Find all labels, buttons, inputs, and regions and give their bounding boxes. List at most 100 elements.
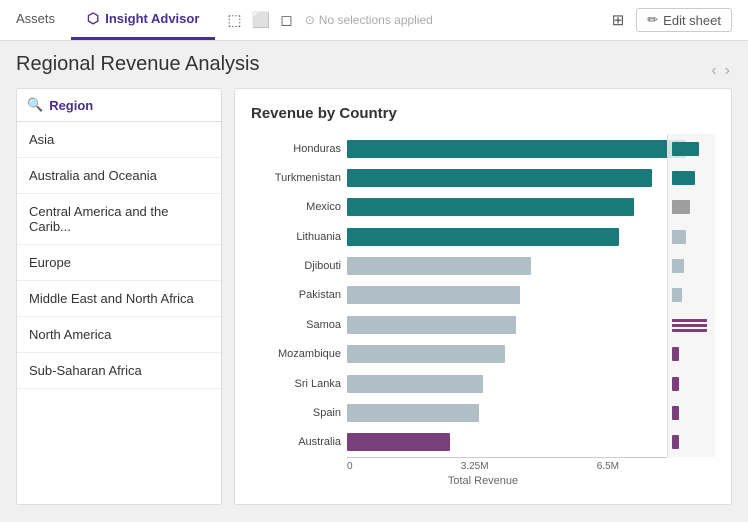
right-bar-row xyxy=(672,375,711,393)
topbar: Assets ⬡ Insight Advisor ⬚ ⬜ ◻ ⊙ No sele… xyxy=(0,0,748,41)
edit-icon: ✏ xyxy=(647,12,658,28)
chart-bars: Honduras Turkmenistan Mexico xyxy=(251,134,715,457)
sidebar: 🔍 Region Asia Australia and Oceania Cent… xyxy=(16,88,222,505)
bar-row-samoa: Samoa xyxy=(251,311,715,339)
bar-label: Sri Lanka xyxy=(251,378,341,390)
bar-container xyxy=(347,228,715,246)
main-area: Regional Revenue Analysis ‹ › 🔍 Region A… xyxy=(0,41,748,522)
bar-row-turkmenistan: Turkmenistan xyxy=(251,164,715,192)
search-icon: 🔍 xyxy=(27,97,43,113)
bar-label: Lithuania xyxy=(251,231,341,243)
content-area: 🔍 Region Asia Australia and Oceania Cent… xyxy=(16,88,732,505)
next-page-button[interactable]: › xyxy=(723,60,732,82)
bar-row-lithuania: Lithuania xyxy=(251,223,715,251)
bar-container xyxy=(347,345,715,363)
bar-container xyxy=(347,169,715,187)
bar-container xyxy=(347,286,715,304)
bar xyxy=(347,404,479,422)
right-bar xyxy=(672,200,690,214)
bar-label: Pakistan xyxy=(251,289,341,301)
brush-icon[interactable]: ◻ xyxy=(280,11,292,29)
bar-row-mozambique: Mozambique xyxy=(251,340,715,368)
bar xyxy=(347,228,619,246)
bar-row-australia: Australia xyxy=(251,428,715,456)
x-ticks: 0 3.25M 6.5M xyxy=(347,458,667,472)
bar-container xyxy=(347,198,715,216)
bar-label: Spain xyxy=(251,407,341,419)
bar-row-spain: Spain xyxy=(251,399,715,427)
right-bar xyxy=(672,171,695,185)
tab-insight-advisor[interactable]: ⬡ Insight Advisor xyxy=(71,0,215,40)
tab-assets[interactable]: Assets xyxy=(0,0,71,40)
x-axis-label: Total Revenue xyxy=(347,475,667,487)
grid-icon[interactable]: ⊞ xyxy=(612,11,625,29)
bar xyxy=(347,433,450,451)
bar-label: Turkmenistan xyxy=(251,172,341,184)
chart-area: Honduras Turkmenistan Mexico xyxy=(251,134,715,487)
bar-row-pakistan: Pakistan xyxy=(251,281,715,309)
bar-label: Djibouti xyxy=(251,260,341,272)
no-selection-badge: ⊙ No selections applied xyxy=(305,13,433,27)
right-bar-row xyxy=(672,169,711,187)
prev-page-button[interactable]: ‹ xyxy=(709,60,718,82)
bar xyxy=(347,198,634,216)
sidebar-item-middle-east[interactable]: Middle East and North Africa xyxy=(17,281,221,317)
x-tick-325: 3.25M xyxy=(461,461,489,472)
right-bar xyxy=(672,377,679,391)
select-icon[interactable]: ⬚ xyxy=(227,11,241,29)
bar xyxy=(347,140,686,158)
right-bar-row xyxy=(672,404,711,422)
page-title: Regional Revenue Analysis xyxy=(16,53,260,76)
right-bar xyxy=(672,230,686,244)
bar-label: Mexico xyxy=(251,201,341,213)
topbar-right: ⊞ ✏ Edit sheet xyxy=(612,8,748,32)
bar-label: Honduras xyxy=(251,143,341,155)
right-bar-row xyxy=(672,345,711,363)
bar-label: Mozambique xyxy=(251,348,341,360)
edit-sheet-button[interactable]: ✏ Edit sheet xyxy=(636,8,732,32)
edit-btn-label: Edit sheet xyxy=(663,13,721,28)
sidebar-item-asia[interactable]: Asia xyxy=(17,122,221,158)
bar-container xyxy=(347,140,715,158)
chart-title: Revenue by Country xyxy=(251,105,715,122)
tab-insight-label: Insight Advisor xyxy=(105,11,199,26)
right-bar xyxy=(672,318,707,332)
bar-label: Samoa xyxy=(251,319,341,331)
sidebar-filter-label: Region xyxy=(49,98,93,113)
bar-container xyxy=(347,316,715,334)
bar-container xyxy=(347,433,715,451)
bar-container xyxy=(347,375,715,393)
right-bar-row xyxy=(672,257,711,275)
sidebar-item-sub-saharan[interactable]: Sub-Saharan Africa xyxy=(17,353,221,389)
right-bar-row xyxy=(672,433,711,451)
right-bar-row xyxy=(672,316,711,334)
bar xyxy=(347,345,505,363)
bar-label: Australia xyxy=(251,436,341,448)
toolbar-icons: ⬚ ⬜ ◻ xyxy=(227,11,292,29)
bar-container xyxy=(347,257,715,275)
right-bar-row xyxy=(672,228,711,246)
right-bar-row xyxy=(672,140,711,158)
no-selection-text: No selections applied xyxy=(319,13,433,27)
insight-icon: ⬡ xyxy=(87,10,99,27)
sidebar-item-australia[interactable]: Australia and Oceania xyxy=(17,158,221,194)
bar xyxy=(347,169,652,187)
sidebar-item-europe[interactable]: Europe xyxy=(17,245,221,281)
right-bar xyxy=(672,259,684,273)
bar-container xyxy=(347,404,715,422)
x-axis: 0 3.25M 6.5M Total Revenue xyxy=(347,457,715,487)
no-selection-icon: ⊙ xyxy=(305,13,315,27)
right-bar xyxy=(672,142,699,156)
bar-row-srilanka: Sri Lanka xyxy=(251,370,715,398)
x-tick-0: 0 xyxy=(347,461,353,472)
right-bar xyxy=(672,406,679,420)
right-bar-row xyxy=(672,286,711,304)
sidebar-item-central-america[interactable]: Central America and the Carib... xyxy=(17,194,221,245)
lasso-icon[interactable]: ⬜ xyxy=(252,11,271,29)
bar-row-djibouti: Djibouti xyxy=(251,252,715,280)
sidebar-item-north-america[interactable]: North America xyxy=(17,317,221,353)
sidebar-search-bar[interactable]: 🔍 Region xyxy=(17,89,221,122)
bar-row-mexico: Mexico xyxy=(251,193,715,221)
bar xyxy=(347,375,483,393)
bar xyxy=(347,316,516,334)
